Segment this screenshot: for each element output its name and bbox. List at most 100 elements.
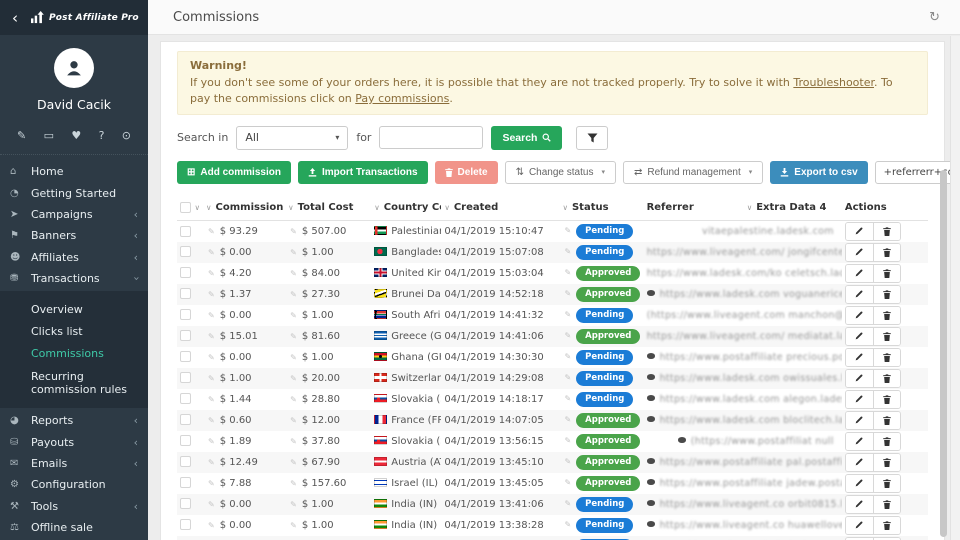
row-checkbox[interactable] <box>180 246 191 257</box>
sort-chevron-icon[interactable]: ∨ <box>562 203 568 212</box>
edit-inline-icon[interactable]: ✎ <box>208 479 215 488</box>
row-checkbox[interactable] <box>180 393 191 404</box>
sidebar-item-transactions[interactable]: ⛃Transactions‹ <box>0 268 148 289</box>
refund-management-button[interactable]: ⇄ Refund management ▾ <box>623 161 763 184</box>
column-header-status[interactable]: ∨Status <box>559 195 643 221</box>
row-checkbox[interactable] <box>180 267 191 278</box>
refresh-icon[interactable]: ↻ <box>929 10 940 25</box>
sidebar-item-getting-started[interactable]: ◔Getting Started <box>0 182 148 203</box>
edit-button[interactable] <box>846 412 873 429</box>
delete-row-button[interactable] <box>873 370 900 387</box>
edit-button[interactable] <box>846 370 873 387</box>
sidebar-item-affiliates[interactable]: ☻Affiliates‹ <box>0 247 148 268</box>
avatar[interactable] <box>54 48 94 88</box>
edit-inline-icon[interactable]: ✎ <box>290 353 297 362</box>
row-checkbox[interactable] <box>180 519 191 530</box>
collapse-sidebar-button[interactable]: ‹ <box>0 9 30 27</box>
edit-inline-icon[interactable]: ✎ <box>208 269 215 278</box>
edit-inline-icon[interactable]: ✎ <box>290 248 297 257</box>
row-checkbox[interactable] <box>180 372 191 383</box>
sidebar-item-emails[interactable]: ✉Emails‹ <box>0 453 148 474</box>
edit-inline-icon[interactable]: ✎ <box>208 353 215 362</box>
delete-row-button[interactable] <box>873 223 900 240</box>
column-header-total-cost[interactable]: ∨Total Cost <box>285 195 371 221</box>
edit-inline-icon[interactable]: ✎ <box>564 394 571 403</box>
edit-button[interactable] <box>846 244 873 261</box>
window-scrollbar[interactable] <box>950 36 960 540</box>
export-csv-button[interactable]: Export to csv <box>770 161 867 184</box>
edit-button[interactable] <box>846 223 873 240</box>
column-header-created[interactable]: ∨Created <box>441 195 559 221</box>
edit-inline-icon[interactable]: ✎ <box>290 416 297 425</box>
delete-row-button[interactable] <box>873 307 900 324</box>
edit-inline-icon[interactable]: ✎ <box>208 395 215 404</box>
sort-chevron-icon[interactable]: ∨ <box>288 203 294 212</box>
sort-chevron-icon[interactable]: ∨ <box>444 203 450 212</box>
column-header-country-code[interactable]: ∨Country Code <box>371 195 441 221</box>
edit-inline-icon[interactable]: ✎ <box>290 374 297 383</box>
delete-row-button[interactable] <box>873 328 900 345</box>
delete-row-button[interactable] <box>873 412 900 429</box>
edit-button[interactable] <box>846 307 873 324</box>
help-icon[interactable]: ? <box>99 129 105 142</box>
row-checkbox[interactable] <box>180 435 191 446</box>
row-checkbox[interactable] <box>180 498 191 509</box>
delete-row-button[interactable] <box>873 496 900 513</box>
edit-inline-icon[interactable]: ✎ <box>564 247 571 256</box>
edit-button[interactable] <box>846 391 873 408</box>
edit-inline-icon[interactable]: ✎ <box>564 373 571 382</box>
edit-inline-icon[interactable]: ✎ <box>564 499 571 508</box>
edit-button[interactable] <box>846 433 873 450</box>
sidebar-item-campaigns[interactable]: ➤Campaigns‹ <box>0 204 148 225</box>
delete-row-button[interactable] <box>873 265 900 282</box>
table-scrollbar-thumb[interactable] <box>940 170 947 537</box>
edit-inline-icon[interactable]: ✎ <box>564 457 571 466</box>
filter-button[interactable] <box>576 126 608 150</box>
sort-chevron-icon[interactable]: ∨ <box>747 203 753 212</box>
edit-inline-icon[interactable]: ✎ <box>208 227 215 236</box>
delete-row-button[interactable] <box>873 244 900 261</box>
row-checkbox[interactable] <box>180 226 191 237</box>
edit-inline-icon[interactable]: ✎ <box>208 437 215 446</box>
sort-chevron-icon[interactable]: ∨ <box>374 203 380 212</box>
row-checkbox[interactable] <box>180 414 191 425</box>
edit-inline-icon[interactable]: ✎ <box>290 500 297 509</box>
edit-button[interactable] <box>846 349 873 366</box>
sidebar-item-payouts[interactable]: ⛁Payouts‹ <box>0 431 148 452</box>
edit-inline-icon[interactable]: ✎ <box>208 311 215 320</box>
edit-inline-icon[interactable]: ✎ <box>208 521 215 530</box>
edit-inline-icon[interactable]: ✎ <box>290 311 297 320</box>
edit-inline-icon[interactable]: ✎ <box>564 310 571 319</box>
sidebar-subitem-commissions[interactable]: Commissions <box>0 343 148 365</box>
search-field-select[interactable]: All ▾ <box>236 126 348 150</box>
edit-button[interactable] <box>846 286 873 303</box>
delete-row-button[interactable] <box>873 286 900 303</box>
column-header-commission[interactable]: ∨Commission <box>203 195 285 221</box>
edit-button[interactable] <box>846 475 873 492</box>
edit-inline-icon[interactable]: ✎ <box>208 458 215 467</box>
edit-inline-icon[interactable]: ✎ <box>290 458 297 467</box>
sort-chevron-icon[interactable]: ∨ <box>194 203 200 212</box>
row-checkbox[interactable] <box>180 288 191 299</box>
sidebar-subitem-overview[interactable]: Overview <box>0 298 148 320</box>
heart-icon[interactable]: ♥ <box>71 129 81 142</box>
edit-inline-icon[interactable]: ✎ <box>290 227 297 236</box>
edit-button[interactable] <box>846 517 873 534</box>
view-preset-select[interactable]: +referrerr+ccode ▾ <box>875 161 960 184</box>
edit-inline-icon[interactable]: ✎ <box>564 478 571 487</box>
edit-inline-icon[interactable]: ✎ <box>564 226 571 235</box>
edit-inline-icon[interactable]: ✎ <box>208 374 215 383</box>
edit-inline-icon[interactable]: ✎ <box>290 437 297 446</box>
delete-row-button[interactable] <box>873 475 900 492</box>
edit-button[interactable] <box>846 265 873 282</box>
sidebar-item-offline-sale[interactable]: ⚖Offline sale <box>0 517 148 538</box>
edit-inline-icon[interactable]: ✎ <box>564 520 571 529</box>
delete-button[interactable]: Delete <box>435 161 498 184</box>
edit-inline-icon[interactable]: ✎ <box>208 290 215 299</box>
edit-inline-icon[interactable]: ✎ <box>208 416 215 425</box>
edit-inline-icon[interactable]: ✎ <box>208 500 215 509</box>
search-input[interactable] <box>379 126 483 149</box>
power-icon[interactable]: ⊙ <box>122 129 131 142</box>
monitor-icon[interactable]: ▭ <box>44 129 54 142</box>
edit-inline-icon[interactable]: ✎ <box>564 352 571 361</box>
